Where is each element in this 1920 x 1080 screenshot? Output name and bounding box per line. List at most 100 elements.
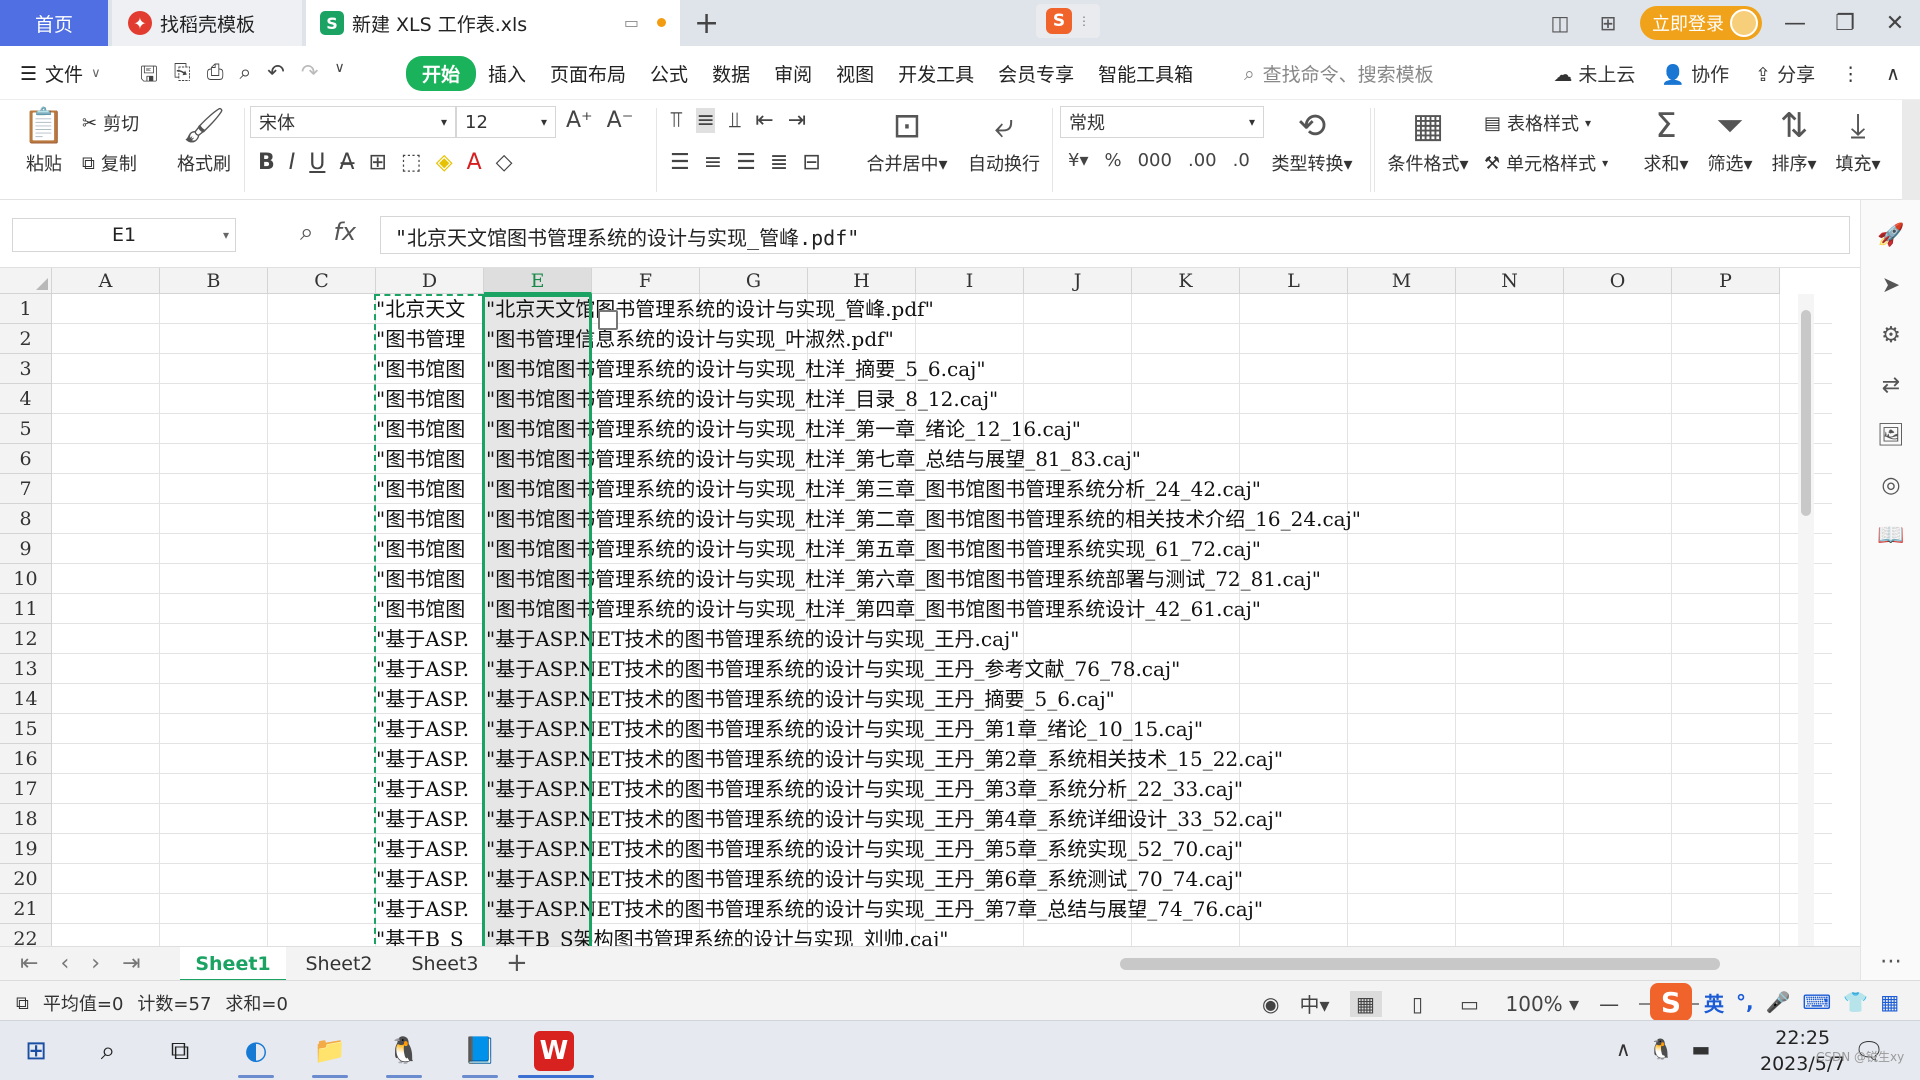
task-view-icon[interactable]: ⧉ (160, 1031, 200, 1071)
row-header[interactable]: 14 (0, 684, 52, 714)
column-header-k[interactable]: K (1132, 268, 1240, 294)
print-icon[interactable]: ⎙ (207, 60, 224, 95)
tab-page-layout[interactable]: 页面布局 (538, 56, 638, 91)
column-header-n[interactable]: N (1456, 268, 1564, 294)
cell-e[interactable]: "基于ASP.NET技术的图书管理系统的设计与实现_王丹_第7章_总结与展望_7… (484, 894, 1264, 924)
row-header[interactable]: 19 (0, 834, 52, 864)
cell-e[interactable]: "基于ASP.NET技术的图书管理系统的设计与实现_王丹_第5章_系统实现_52… (484, 834, 1244, 864)
row-header[interactable]: 13 (0, 654, 52, 684)
tab-insert[interactable]: 插入 (476, 56, 538, 91)
close-button[interactable]: ✕ (1870, 11, 1920, 36)
vertical-scroll-thumb[interactable] (1801, 310, 1811, 516)
rocket-icon[interactable]: 🚀 (1861, 210, 1920, 260)
tab-developer[interactable]: 开发工具 (886, 56, 986, 91)
save-icon[interactable]: 🖫 (140, 60, 158, 95)
formula-input[interactable]: "北京天文馆图书管理系统的设计与实现_管峰.pdf" (380, 216, 1850, 254)
align-middle-icon[interactable]: ≡ (696, 108, 715, 133)
cell-e[interactable]: "图书馆图书管理系统的设计与实现_杜洋_第五章_图书馆图书管理系统实现_61_7… (484, 534, 1261, 564)
page-layout-view-icon[interactable]: ▯ (1402, 991, 1434, 1017)
collab-button[interactable]: 👤 协作 (1661, 60, 1729, 87)
cell-d[interactable]: "基于ASP. (376, 714, 484, 744)
row-header[interactable]: 12 (0, 624, 52, 654)
cell-d[interactable]: "北京天文 (376, 294, 484, 324)
cell-e[interactable]: "图书管理信息系统的设计与实现_叶淑然.pdf" (484, 324, 894, 354)
cloud-status[interactable]: ☁ 未上云 (1553, 60, 1635, 87)
cell-e[interactable]: "基于ASP.NET技术的图书管理系统的设计与实现_王丹_第3章_系统分析_22… (484, 774, 1244, 804)
cell-e[interactable]: "基于ASP.NET技术的图书管理系统的设计与实现_王丹.caj" (484, 624, 1020, 654)
layout-icon[interactable]: ◫ (1536, 11, 1584, 35)
underline-icon[interactable]: U (309, 150, 325, 175)
search-icon[interactable]: ⌕ (88, 1031, 128, 1071)
battery-icon[interactable]: ▬ (1692, 1037, 1711, 1061)
tab-review[interactable]: 审阅 (762, 56, 824, 91)
row-header[interactable]: 1 (0, 294, 52, 324)
cell-d[interactable]: "基于ASP. (376, 684, 484, 714)
more-icon[interactable]: ⋮ (1841, 63, 1860, 85)
file-explorer-icon[interactable]: 📁 (310, 1031, 350, 1071)
cell-e[interactable]: "图书馆图书管理系统的设计与实现_杜洋_第三章_图书馆图书管理系统分析_24_4… (484, 474, 1261, 504)
cell-d[interactable]: "基于ASP. (376, 774, 484, 804)
add-sheet-button[interactable]: + (506, 947, 528, 979)
restore-button[interactable]: ❐ (1820, 11, 1870, 36)
cell-e[interactable]: "基于B_S架构图书管理系统的设计与实现_刘帅.caj" (484, 924, 949, 946)
row-header[interactable]: 10 (0, 564, 52, 594)
sheet-tab-2[interactable]: Sheet2 (286, 947, 392, 981)
font-size-select[interactable]: 12 ▾ (456, 106, 556, 138)
ime-toolbar[interactable]: S 英 °, 🎤 ⌨ 👕 ▦ (1650, 983, 1899, 1021)
cell-d[interactable]: "基于B_S (376, 924, 484, 946)
clear-format-icon[interactable]: ◇ (496, 150, 513, 175)
cell-d[interactable]: "图书馆图 (376, 444, 484, 474)
cell-d[interactable]: "图书馆图 (376, 414, 484, 444)
zoom-formula-icon[interactable]: ⌕ (300, 218, 313, 246)
share-button[interactable]: ⇪ 分享 (1755, 60, 1815, 87)
merge-center-button[interactable]: ⊡ 合并居中▾ (862, 106, 952, 176)
compass-icon[interactable]: ◎ (1861, 460, 1920, 510)
cell-e[interactable]: "图书馆图书管理系统的设计与实现_杜洋_第七章_总结与展望_81_83.caj" (484, 444, 1141, 474)
undo-icon[interactable]: ↶ (267, 60, 285, 95)
cell-e[interactable]: "基于ASP.NET技术的图书管理系统的设计与实现_王丹_第1章_绪论_10_1… (484, 714, 1204, 744)
fx-icon[interactable]: fx (333, 218, 356, 246)
fill-style-icon[interactable]: ⬚ (401, 150, 422, 175)
row-header[interactable]: 5 (0, 414, 52, 444)
tab-smart-toolbox[interactable]: 智能工具箱 (1086, 56, 1205, 91)
strikethrough-icon[interactable]: A̶ (339, 150, 354, 175)
spreadsheet-grid[interactable]: ABCDEFGHIJKLMNOP 1 2 3 4 5 6 7 8 9 10 11 12 13 14 15 16… (0, 268, 1836, 946)
number-format-select[interactable]: 常规 ▾ (1060, 106, 1264, 138)
align-center-icon[interactable]: ≡ (704, 150, 722, 175)
column-header-g[interactable]: G (700, 268, 808, 294)
next-sheet-icon[interactable]: › (91, 951, 100, 976)
ime-floating-toolbar[interactable]: S ⋮ (1036, 4, 1100, 38)
input-method-icon[interactable]: 中▾ (1299, 989, 1329, 1018)
row-header[interactable]: 6 (0, 444, 52, 474)
wps-office-icon[interactable]: W (534, 1031, 574, 1071)
row-header[interactable]: 3 (0, 354, 52, 384)
paste-button[interactable]: 📋 粘贴 (14, 106, 74, 176)
page-break-view-icon[interactable]: ▭ (1454, 991, 1486, 1017)
row-header[interactable]: 8 (0, 504, 52, 534)
increase-decimal-icon[interactable]: .00 (1188, 150, 1217, 171)
column-header-o[interactable]: O (1564, 268, 1672, 294)
select-all-corner[interactable] (0, 268, 52, 294)
cell-d[interactable]: "图书管理 (376, 324, 484, 354)
command-search[interactable]: ⌕ 查找命令、搜索模板 (1244, 60, 1434, 87)
row-header[interactable]: 21 (0, 894, 52, 924)
transform-icon[interactable]: ⇄ (1861, 360, 1920, 410)
cell-e[interactable]: "图书馆图书管理系统的设计与实现_杜洋_目录_8_12.caj" (484, 384, 999, 414)
conditional-format-button[interactable]: ▦ 条件格式▾ (1384, 106, 1472, 176)
row-header[interactable]: 18 (0, 804, 52, 834)
thousands-icon[interactable]: 000 (1138, 150, 1172, 171)
ribbon-scroll-handle[interactable] (1902, 100, 1920, 200)
name-box[interactable]: E1 ▾ (12, 218, 236, 252)
tab-data[interactable]: 数据 (700, 56, 762, 91)
tab-formula[interactable]: 公式 (638, 56, 700, 91)
notebook-app-icon[interactable]: 📘 (460, 1031, 500, 1071)
more-dots-icon[interactable]: ⋯ (1861, 936, 1920, 986)
customize-chevron-icon[interactable]: ∨ (335, 60, 345, 95)
cell-e[interactable]: "基于ASP.NET技术的图书管理系统的设计与实现_王丹_参考文献_76_78.… (484, 654, 1181, 684)
cell-e[interactable]: "图书馆图书管理系统的设计与实现_杜洋_摘要_5_6.caj" (484, 354, 986, 384)
horizontal-scrollbar[interactable] (1100, 955, 1800, 973)
cell-d[interactable]: "图书馆图 (376, 504, 484, 534)
align-bottom-icon[interactable]: ⫫ (729, 108, 741, 133)
justify-icon[interactable]: ≣ (770, 150, 788, 175)
decrease-decimal-icon[interactable]: .0 (1233, 150, 1250, 171)
